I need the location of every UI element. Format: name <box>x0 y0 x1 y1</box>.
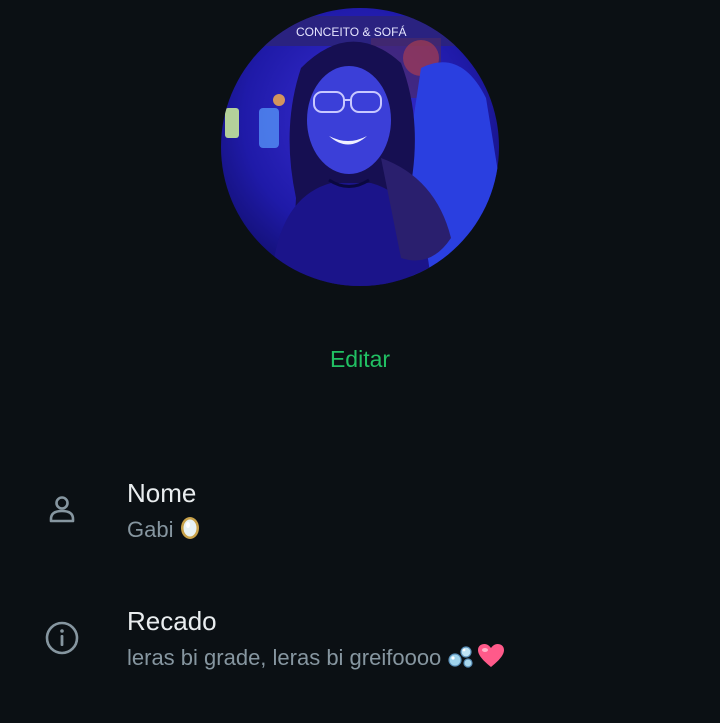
name-value-line: Gabi <box>127 515 201 547</box>
bubbles-emoji <box>447 643 475 675</box>
about-label: Recado <box>127 606 217 636</box>
mirror-emoji <box>179 515 201 547</box>
name-row[interactable]: Nome Gabi <box>0 470 720 560</box>
person-icon <box>49 496 75 523</box>
about-row[interactable]: Recado leras bi grade, leras bi greifooo… <box>0 598 720 688</box>
about-value-line: leras bi grade, leras bi greifoooo <box>127 643 505 675</box>
profile-photo-image: CONCEITO & SOFÁ <box>221 8 499 286</box>
info-icon <box>45 621 79 655</box>
name-label: Nome <box>127 478 197 508</box>
about-value: leras bi grade, leras bi greifoooo <box>127 645 442 670</box>
edit-photo-link[interactable]: Editar <box>0 346 720 373</box>
pink-heart-emoji <box>477 643 505 675</box>
name-value: Gabi <box>127 517 174 542</box>
profile-screen: CONCEITO & SOFÁ Editar Nome Gabi Recado … <box>0 0 720 723</box>
photo-sign-text: CONCEITO & SOFÁ <box>296 24 406 39</box>
profile-photo[interactable]: CONCEITO & SOFÁ <box>221 8 499 286</box>
